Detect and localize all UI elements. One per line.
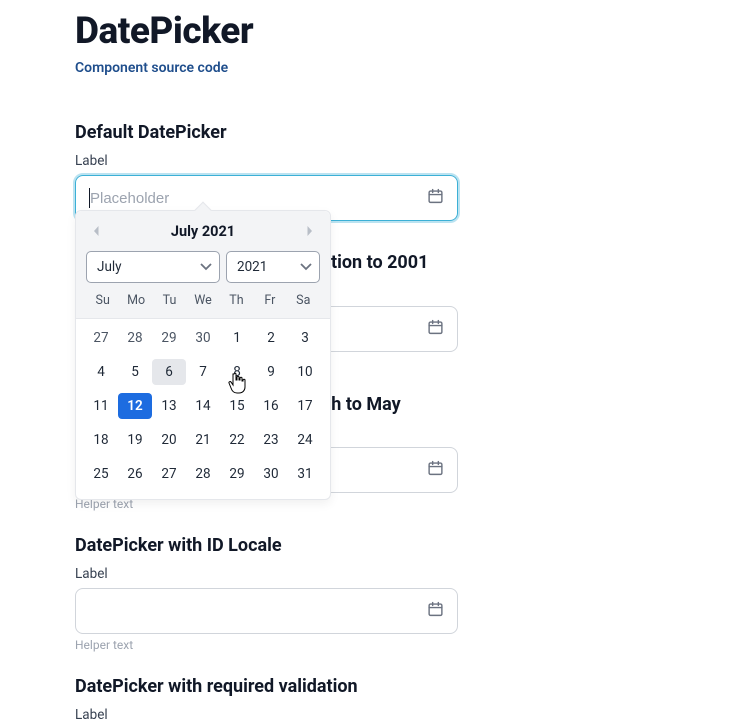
section-required: DatePicker with required validation Labe… [75,676,665,723]
calendar-day[interactable]: 29 [220,461,254,487]
calendar-select-row: July 2021 [86,251,320,283]
calendar-icon[interactable] [427,319,444,340]
field-label: Label [75,566,665,582]
calendar-day[interactable]: 26 [118,461,152,487]
calendar-day[interactable]: 27 [84,325,118,351]
calendar-day[interactable]: 16 [254,393,288,419]
calendar-day[interactable]: 20 [152,427,186,453]
calendar-day-grid: 2728293012345678910111213141516171819202… [76,319,330,499]
calendar-day[interactable]: 5 [118,359,152,385]
helper-text: Helper text [75,638,665,652]
calendar-day[interactable]: 7 [186,359,220,385]
date-input-locale[interactable] [75,588,458,634]
section-heading-required: DatePicker with required validation [75,676,665,697]
chevron-down-icon [300,258,312,277]
calendar-day[interactable]: 24 [288,427,322,453]
field-label: Label [75,707,665,723]
calendar-day[interactable]: 31 [288,461,322,487]
calendar-day[interactable]: 3 [288,325,322,351]
calendar-day[interactable]: 10 [288,359,322,385]
calendar-day[interactable]: 22 [220,427,254,453]
next-month-button[interactable] [300,221,320,241]
calendar-day[interactable]: 2 [254,325,288,351]
calendar-month-title: July 2021 [171,223,235,240]
weekday-label: Fr [253,291,286,310]
calendar-day[interactable]: 28 [118,325,152,351]
calendar-icon[interactable] [427,188,444,209]
calendar-day[interactable]: 30 [186,325,220,351]
calendar-day[interactable]: 15 [220,393,254,419]
calendar-day[interactable]: 17 [288,393,322,419]
weekday-label: We [186,291,219,310]
calendar-day[interactable]: 21 [186,427,220,453]
weekday-label: Sa [287,291,320,310]
calendar-day[interactable]: 1 [220,325,254,351]
calendar-icon[interactable] [427,601,444,622]
text-caret [89,188,90,208]
calendar-day[interactable]: 27 [152,461,186,487]
calendar-day[interactable]: 6 [152,359,186,385]
calendar-day[interactable]: 30 [254,461,288,487]
calendar-day[interactable]: 8 [220,359,254,385]
page-title: DatePicker [75,10,665,53]
calendar-day[interactable]: 25 [84,461,118,487]
calendar-day[interactable]: 23 [254,427,288,453]
calendar-weekdays: SuMoTuWeThFrSa [86,291,320,310]
weekday-label: Th [220,291,253,310]
calendar-popover: July 2021 July 2021 SuMoTuWeThFrSa 27282… [75,210,331,500]
calendar-day[interactable]: 19 [118,427,152,453]
calendar-day[interactable]: 14 [186,393,220,419]
chevron-down-icon [200,258,212,277]
weekday-label: Mo [119,291,152,310]
section-default: Default DatePicker Label [75,122,665,221]
calendar-nav-row: July 2021 [86,221,320,241]
section-heading-locale: DatePicker with ID Locale [75,535,665,556]
calendar-day[interactable]: 28 [186,461,220,487]
calendar-day[interactable]: 13 [152,393,186,419]
section-heading-default: Default DatePicker [75,122,665,143]
weekday-label: Tu [153,291,186,310]
popover-header: July 2021 July 2021 SuMoTuWeThFrSa [76,211,330,319]
calendar-day[interactable]: 11 [84,393,118,419]
date-input-locale-wrap [75,588,458,634]
section-locale: DatePicker with ID Locale Label Helper t… [75,535,665,652]
calendar-day[interactable]: 12 [118,393,152,419]
source-code-link[interactable]: Component source code [75,60,228,76]
calendar-day[interactable]: 4 [84,359,118,385]
year-select[interactable]: 2021 [226,251,320,283]
month-select[interactable]: July [86,251,220,283]
chevron-left-icon [91,225,101,237]
calendar-day[interactable]: 9 [254,359,288,385]
calendar-icon[interactable] [427,460,444,481]
chevron-right-icon [305,225,315,237]
calendar-day[interactable]: 18 [84,427,118,453]
calendar-day[interactable]: 29 [152,325,186,351]
field-label: Label [75,153,665,169]
weekday-label: Su [86,291,119,310]
prev-month-button[interactable] [86,221,106,241]
